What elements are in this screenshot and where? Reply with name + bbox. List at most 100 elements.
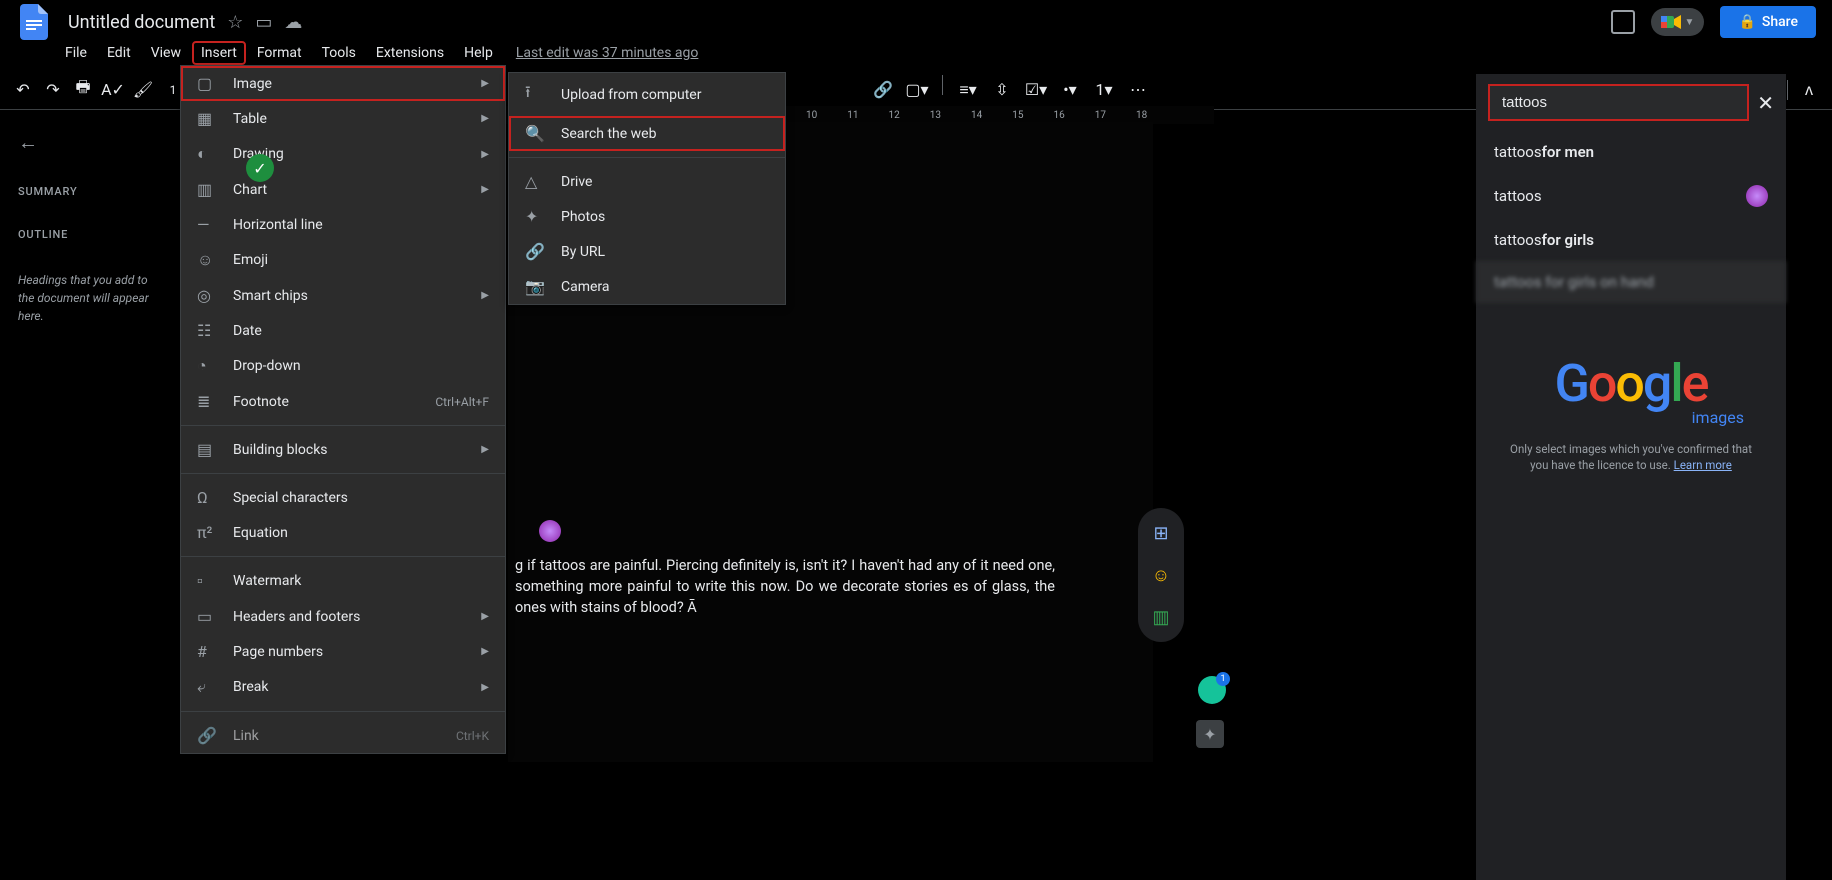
move-icon[interactable]: ▭ — [255, 12, 272, 33]
title-actions: ☆ ▭ ☁ — [227, 12, 302, 33]
search-suggestion-3[interactable]: tattoos for girls — [1476, 219, 1786, 261]
insert-table-item[interactable]: ▦ Table ▶ — [181, 101, 505, 136]
bulleted-list-button[interactable]: •▾ — [1055, 75, 1085, 105]
image-search-panel: ✕ tattoos for men tattoos tattoos for gi… — [1476, 74, 1786, 880]
drawing-icon: ◐ — [197, 144, 219, 164]
learn-more-link[interactable]: Learn more — [1674, 458, 1732, 472]
insert-building-blocks-item[interactable]: ▤ Building blocks ▶ — [181, 432, 505, 467]
insert-break-item[interactable]: ⤶ Break ▶ — [181, 669, 505, 705]
back-arrow-icon[interactable]: ← — [18, 130, 162, 155]
image-icon: ▢ — [197, 74, 219, 93]
insert-equation-item[interactable]: π² Equation — [181, 515, 505, 550]
search-suggestion-1[interactable]: tattoos for men — [1476, 131, 1786, 173]
docs-app-icon[interactable] — [16, 4, 52, 40]
menu-format[interactable]: Format — [248, 41, 311, 65]
more-button[interactable]: ⋯ — [1123, 75, 1153, 105]
menu-tools[interactable]: Tools — [313, 41, 365, 65]
google-logo: Google images — [1476, 353, 1786, 427]
close-icon[interactable]: ✕ — [1757, 91, 1774, 115]
search-the-web-item[interactable]: 🔍 Search the web — [509, 116, 785, 151]
watermark-icon: ▫ — [197, 571, 219, 591]
camera-item[interactable]: 📷 Camera — [509, 269, 785, 304]
collapse-toolbar-button[interactable]: ʌ — [1794, 75, 1824, 105]
outline-hint: Headings that you add to the document wi… — [18, 271, 162, 325]
link-icon: 🔗 — [525, 242, 547, 261]
by-url-item[interactable]: 🔗 By URL — [509, 234, 785, 269]
insert-pagenum-item[interactable]: # Page numbers ▶ — [181, 634, 505, 669]
date-icon: ☷ — [197, 321, 219, 340]
print-button[interactable]: 🖶 — [68, 75, 98, 105]
insert-date-item[interactable]: ☷ Date — [181, 313, 505, 348]
redo-button[interactable]: ↷ — [38, 75, 68, 105]
pi-icon: π² — [197, 523, 219, 542]
document-title[interactable]: Untitled document — [68, 12, 215, 33]
insert-emoji-item[interactable]: ☺ Emoji — [181, 242, 505, 278]
numbered-list-button[interactable]: 1▾ — [1089, 75, 1119, 105]
insert-drawing-item[interactable]: ◐ Drawing ▶ — [181, 136, 505, 172]
lock-icon: 🔒 — [1738, 14, 1755, 30]
insert-image-label: Image — [233, 76, 272, 92]
spellcheck-button[interactable]: A✓ — [98, 75, 128, 105]
insert-dropdown-item[interactable]: ◔ Drop-down — [181, 348, 505, 384]
insert-special-item[interactable]: Ω Special characters — [181, 480, 505, 515]
smartchips-icon: ◎ — [197, 286, 219, 305]
document-text[interactable]: g if tattoos are painful. Piercing defin… — [515, 555, 1055, 618]
menu-edit[interactable]: Edit — [98, 41, 140, 65]
suggest-edits-button[interactable]: ▥ — [1146, 602, 1176, 632]
chevron-down-icon: ▼ — [1685, 17, 1695, 28]
licence-disclaimer: Only select images which you've confirme… — [1476, 441, 1786, 473]
upload-from-computer-item[interactable]: ⭱ Upload from computer — [509, 73, 785, 116]
add-emoji-reaction-button[interactable]: ☺ — [1146, 560, 1176, 590]
insert-link-button[interactable]: 🔗 — [868, 75, 898, 105]
insert-hr-item[interactable]: — Horizontal line — [181, 207, 505, 242]
explore-button[interactable]: ✦ — [1196, 720, 1224, 748]
insert-headers-item[interactable]: ▭ Headers and footers ▶ — [181, 599, 505, 634]
cloud-status-icon[interactable]: ☁ — [284, 12, 302, 33]
success-check-badge: ✓ — [246, 154, 274, 182]
hr-icon: — — [197, 215, 219, 234]
menu-divider — [181, 425, 505, 426]
insert-footnote-item[interactable]: ≣ Footnote Ctrl+Alt+F — [181, 384, 505, 419]
collaborator-cursor-avatar — [539, 520, 561, 542]
footnote-icon: ≣ — [197, 392, 219, 411]
insert-smartchips-item[interactable]: ◎ Smart chips ▶ — [181, 278, 505, 313]
dropdown-icon: ◔ — [197, 356, 219, 376]
insert-link-item[interactable]: 🔗 Link Ctrl+K — [181, 718, 505, 753]
insert-chart-item[interactable]: ▥ Chart ▶ — [181, 172, 505, 207]
star-icon[interactable]: ☆ — [227, 12, 243, 33]
chevron-right-icon: ▶ — [481, 78, 489, 89]
last-edit-link[interactable]: Last edit was 37 minutes ago — [516, 45, 699, 61]
image-search-input[interactable] — [1488, 84, 1749, 121]
photos-item[interactable]: ✦ Photos — [509, 199, 785, 234]
share-button[interactable]: 🔒 Share — [1720, 6, 1816, 38]
menu-extensions[interactable]: Extensions — [367, 41, 453, 65]
menu-file[interactable]: File — [56, 41, 96, 65]
insert-image-button[interactable]: ▢▾ — [902, 75, 932, 105]
align-button[interactable]: ≡▾ — [953, 75, 983, 105]
table-icon: ▦ — [197, 109, 219, 128]
insert-image-submenu: ⭱ Upload from computer 🔍 Search the web … — [508, 72, 786, 305]
search-suggestion-4[interactable]: tattoos for girls on hand — [1476, 261, 1786, 303]
undo-button[interactable]: ↶ — [8, 75, 38, 105]
line-spacing-button[interactable]: ⇳ — [987, 75, 1017, 105]
photos-icon: ✦ — [525, 207, 547, 226]
add-comment-button[interactable]: ⊞ — [1146, 518, 1176, 548]
menu-help[interactable]: Help — [455, 41, 502, 65]
insert-watermark-item[interactable]: ▫ Watermark — [181, 563, 505, 599]
search-suggestion-2[interactable]: tattoos — [1476, 173, 1786, 219]
paint-format-button[interactable]: 🖌 — [128, 75, 158, 105]
grammarly-badge[interactable]: 1 — [1198, 676, 1226, 704]
meet-button[interactable]: ▼ — [1651, 8, 1705, 36]
camera-icon: 📷 — [525, 277, 547, 296]
chart-icon: ▥ — [197, 180, 219, 199]
menu-view[interactable]: View — [142, 41, 190, 65]
menu-insert[interactable]: Insert — [192, 41, 246, 65]
checklist-button[interactable]: ☑▾ — [1021, 75, 1051, 105]
share-label: Share — [1762, 14, 1798, 30]
search-icon: 🔍 — [525, 124, 547, 143]
insert-image-item[interactable]: ▢ Image ▶ — [181, 66, 505, 101]
comment-history-icon[interactable] — [1611, 10, 1635, 34]
avatar-icon — [1746, 185, 1768, 207]
upload-icon: ⭱ — [525, 81, 547, 108]
drive-item[interactable]: △ Drive — [509, 164, 785, 199]
